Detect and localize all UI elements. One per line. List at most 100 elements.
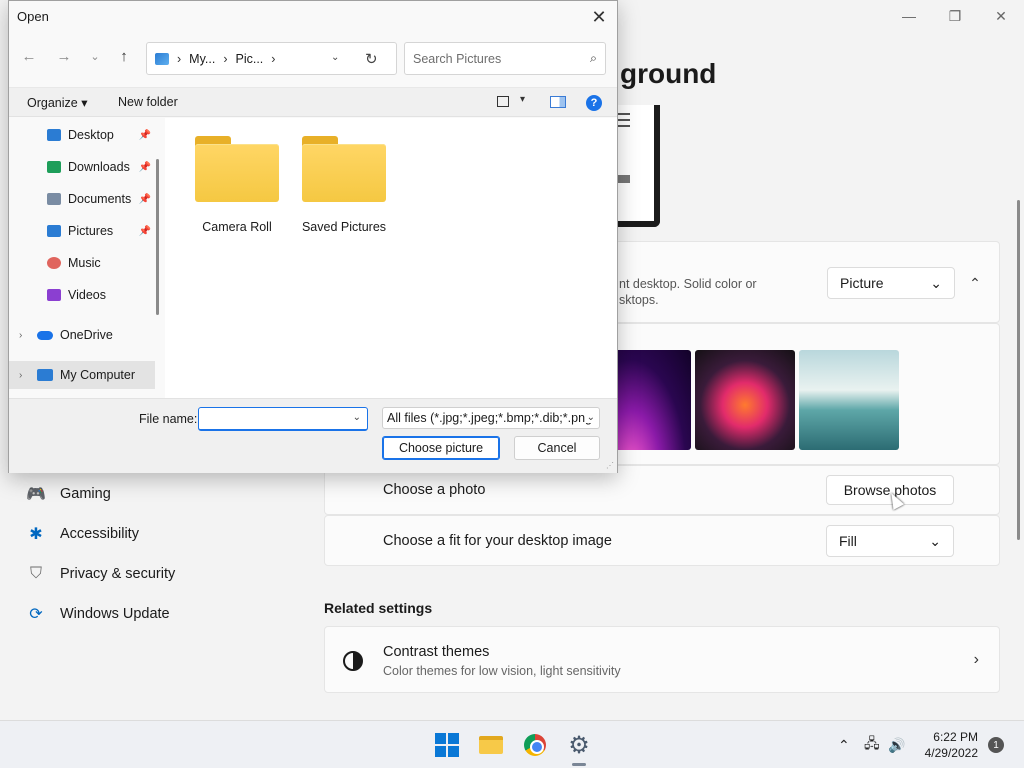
- up-button[interactable]: ↑: [112, 48, 136, 65]
- settings-scrollbar[interactable]: [1017, 200, 1020, 540]
- search-icon: ⌕: [589, 51, 597, 65]
- settings-taskbar-button[interactable]: ⚙: [563, 729, 595, 761]
- sidebar-item-videos[interactable]: Videos: [9, 281, 155, 309]
- address-dropdown-icon[interactable]: ⌄: [331, 52, 339, 63]
- organize-button[interactable]: Organize ▾: [27, 95, 87, 110]
- desktop-icon: [47, 129, 61, 141]
- file-explorer-button[interactable]: [475, 729, 507, 761]
- taskbar: ⚙ ⌃ 🖧 🔊 6:22 PM 4/29/2022 1: [0, 720, 1024, 768]
- music-icon: [47, 257, 61, 269]
- time: 6:22 PM: [933, 730, 978, 744]
- resize-grip[interactable]: ⋰: [606, 461, 614, 470]
- chevron-down-icon: ⌄: [584, 412, 595, 423]
- menu-lines-icon: [616, 113, 630, 131]
- new-folder-button[interactable]: New folder: [118, 95, 178, 109]
- show-hidden-icons[interactable]: ⌃: [838, 721, 850, 768]
- sidebar-item-downloads[interactable]: Downloads 📌: [9, 153, 155, 181]
- recent-locations-button[interactable]: ⌄: [83, 50, 107, 63]
- navigation-pane-scrollbar[interactable]: [156, 159, 159, 315]
- folder-camera-roll[interactable]: Camera Roll: [187, 136, 287, 234]
- breadcrumb-my-computer[interactable]: My...: [189, 52, 215, 66]
- nav-item-accessibility[interactable]: ✱ Accessibility: [24, 516, 294, 552]
- choose-picture-button[interactable]: Choose picture: [382, 436, 500, 460]
- cancel-button[interactable]: Cancel: [514, 436, 600, 460]
- contrast-icon: [343, 651, 363, 671]
- search-input[interactable]: Search Pictures ⌕: [404, 42, 606, 75]
- file-type-filter[interactable]: All files (*.jpg;*.jpeg;*.bmp;*.dib;*.pn…: [382, 407, 600, 429]
- network-icon[interactable]: 🖧: [864, 721, 880, 768]
- chevron-right-icon[interactable]: ›: [19, 330, 22, 341]
- open-file-dialog: Open ✕ ← → ⌄ ↑ › My... › Pic... › ⌄ ↻ Se…: [8, 0, 618, 473]
- contrast-themes-link[interactable]: Contrast themes Color themes for low vis…: [324, 626, 1000, 693]
- notification-badge[interactable]: 1: [988, 737, 1004, 753]
- sidebar-item-documents[interactable]: Documents 📌: [9, 185, 155, 213]
- pictures-icon: [155, 52, 169, 65]
- volume-icon[interactable]: 🔊: [888, 721, 905, 768]
- breadcrumb-pictures[interactable]: Pic...: [236, 52, 264, 66]
- desktop-preview: [612, 105, 660, 227]
- address-bar[interactable]: › My... › Pic... › ⌄ ↻: [146, 42, 397, 75]
- fit-dropdown[interactable]: Fill ⌄: [826, 525, 954, 557]
- close-button[interactable]: ✕: [978, 0, 1024, 32]
- gear-icon: ⚙: [568, 731, 590, 759]
- nav-item-gaming[interactable]: 🎮 Gaming: [24, 476, 294, 512]
- fit-row: Choose a fit for your desktop image Fill…: [324, 515, 1000, 566]
- collapse-button[interactable]: ⌃: [963, 268, 987, 298]
- sidebar-item-onedrive[interactable]: › OneDrive: [9, 321, 155, 349]
- windows-logo-icon: [435, 733, 459, 757]
- sidebar-item-pictures[interactable]: Pictures 📌: [9, 217, 155, 245]
- page-title: ground: [620, 58, 717, 89]
- folder-icon: [195, 136, 279, 202]
- dialog-footer: File name: ⌄ All files (*.jpg;*.jpeg;*.b…: [9, 398, 617, 473]
- help-icon[interactable]: ?: [586, 95, 602, 111]
- dialog-toolbar: Organize ▾ New folder ▾ ?: [9, 87, 617, 117]
- dialog-close-button[interactable]: ✕: [585, 3, 613, 31]
- folder-saved-pictures[interactable]: Saved Pictures: [294, 136, 394, 234]
- background-description: nt desktop. Solid color or sktops.: [619, 277, 757, 307]
- view-icon[interactable]: [497, 96, 509, 107]
- contrast-title: Contrast themes: [383, 644, 490, 660]
- view-dropdown-icon[interactable]: ▾: [520, 94, 525, 105]
- file-name-input[interactable]: ⌄: [198, 407, 368, 431]
- chevron-right-icon[interactable]: ›: [19, 370, 22, 381]
- minimize-button[interactable]: —: [886, 0, 932, 32]
- folder-icon: [479, 736, 503, 754]
- sidebar-item-music[interactable]: Music: [9, 249, 155, 277]
- maximize-button[interactable]: ❐: [932, 0, 978, 32]
- back-button[interactable]: ←: [17, 48, 41, 65]
- pin-icon: 📌: [138, 161, 151, 173]
- chevron-down-icon: ⌄: [929, 532, 941, 549]
- pin-icon: 📌: [138, 225, 151, 237]
- recent-image-2[interactable]: [695, 350, 795, 450]
- file-list: Camera Roll Saved Pictures: [165, 118, 617, 398]
- nav-item-windows-update[interactable]: ⟳ Windows Update: [24, 596, 294, 632]
- pictures-icon: [47, 225, 61, 237]
- clock[interactable]: 6:22 PM 4/29/2022: [918, 729, 978, 761]
- documents-icon: [47, 193, 61, 205]
- gamepad-icon: 🎮: [26, 486, 46, 503]
- computer-icon: [37, 369, 53, 381]
- background-type-dropdown[interactable]: Picture ⌄: [827, 267, 955, 299]
- shield-icon: ⛉: [29, 565, 42, 582]
- chrome-icon: [524, 734, 546, 756]
- choose-photo-label: Choose a photo: [383, 482, 486, 498]
- refresh-icon[interactable]: ↻: [365, 50, 378, 68]
- fit-label: Choose a fit for your desktop image: [383, 533, 612, 549]
- videos-icon: [47, 289, 61, 301]
- preview-pane-icon[interactable]: [550, 96, 566, 108]
- sidebar-item-desktop[interactable]: Desktop 📌: [9, 121, 155, 149]
- onedrive-icon: [37, 330, 53, 340]
- chrome-button[interactable]: [519, 729, 551, 761]
- start-button[interactable]: [431, 729, 463, 761]
- window-controls: — ❐ ✕: [886, 0, 1024, 32]
- forward-button[interactable]: →: [52, 48, 76, 65]
- chevron-down-icon: ⌄: [930, 274, 942, 291]
- date: 4/29/2022: [924, 746, 978, 760]
- chevron-down-icon[interactable]: ⌄: [353, 412, 361, 423]
- nav-item-privacy[interactable]: ⛉ Privacy & security: [24, 556, 294, 592]
- recent-image-3[interactable]: [799, 350, 899, 450]
- active-indicator: [572, 763, 586, 766]
- update-icon: ⟳: [29, 606, 43, 623]
- sidebar-item-my-computer[interactable]: › My Computer: [9, 361, 155, 389]
- file-name-label: File name:: [139, 412, 198, 426]
